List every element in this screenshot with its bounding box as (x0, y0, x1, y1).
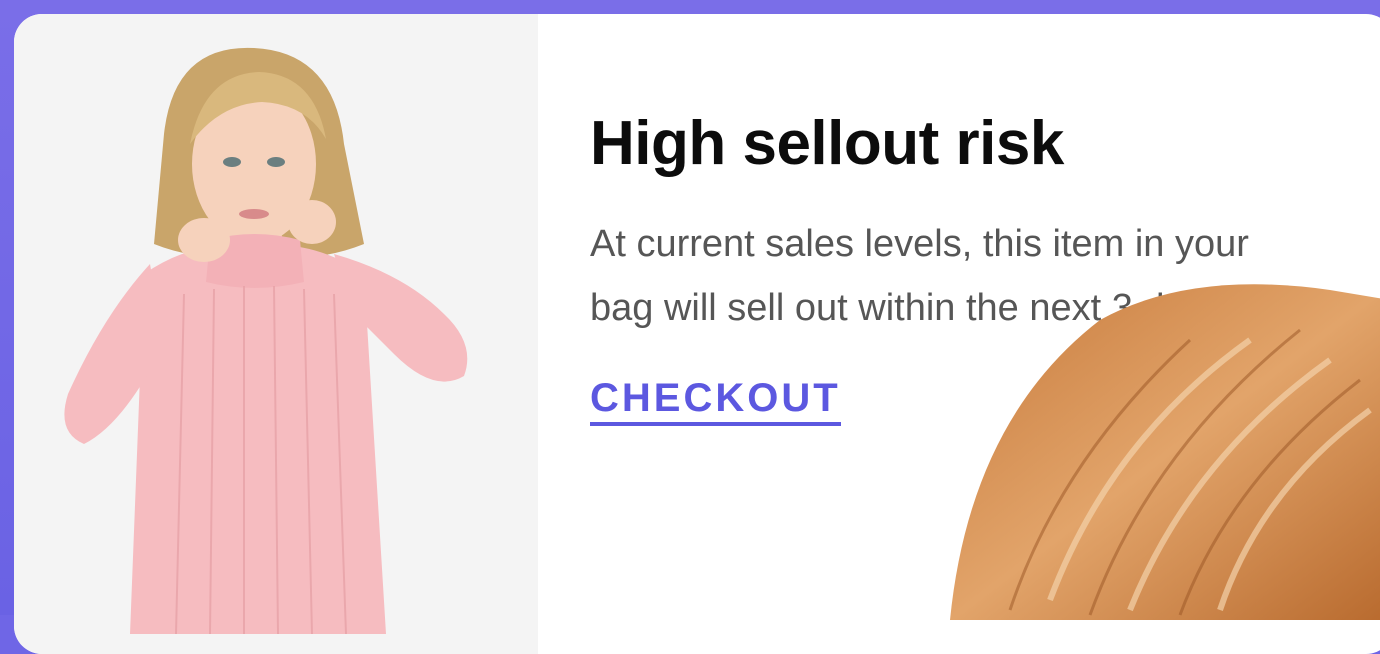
hair-image-overlay (950, 284, 1380, 620)
modal-frame: High sellout risk At current sales level… (0, 0, 1380, 654)
product-photo (14, 14, 538, 654)
checkout-link[interactable]: CHECKOUT (590, 376, 841, 427)
product-photo-illustration (64, 47, 468, 634)
alert-title: High sellout risk (590, 109, 1064, 178)
